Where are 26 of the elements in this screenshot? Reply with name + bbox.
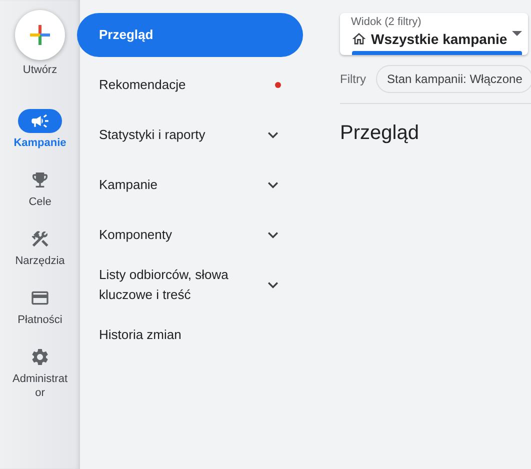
nav-label: Kampanie — [99, 176, 158, 194]
nav-item[interactable]: Przegląd — [77, 13, 303, 57]
rail-label: Narzędzia — [14, 254, 66, 268]
nav-item[interactable]: Kampanie — [77, 163, 303, 207]
view-value: Wszystkie kampanie — [371, 31, 508, 47]
nav-item[interactable]: Statystyki i raporty — [77, 113, 303, 157]
filter-chip[interactable]: Stan kampanii: Włączone — [376, 65, 531, 93]
nav-label: Komponenty — [99, 226, 172, 244]
rail-label: Administrator — [11, 372, 69, 400]
nav-label: Rekomendacje — [99, 76, 186, 94]
nav-label: Statystyki i raporty — [99, 126, 206, 144]
nav-item[interactable]: Rekomendacje — [77, 63, 303, 107]
view-label: Widok (2 filtry) — [351, 16, 422, 29]
filters-label: Filtry — [340, 72, 366, 86]
nav-label: Listy odbiorców, słowa kluczowe i treść — [99, 266, 230, 304]
rail-label: Kampanie — [12, 136, 68, 150]
create-label: Utwórz — [22, 63, 58, 77]
nav-label: Historia zmian — [99, 326, 182, 344]
nav-label: Przegląd — [99, 26, 154, 44]
nav-item[interactable]: Komponenty — [77, 213, 303, 257]
rail-label: Płatności — [16, 313, 64, 327]
nav-item[interactable]: Listy odbiorców, słowa kluczowe i treść — [77, 263, 303, 307]
rail-label: Cele — [28, 195, 52, 209]
page-title: Przegląd — [340, 122, 420, 145]
view-selector[interactable]: Widok (2 filtry) Wszystkie kampanie — [340, 13, 528, 55]
nav-item[interactable]: Historia zmian — [77, 313, 303, 357]
